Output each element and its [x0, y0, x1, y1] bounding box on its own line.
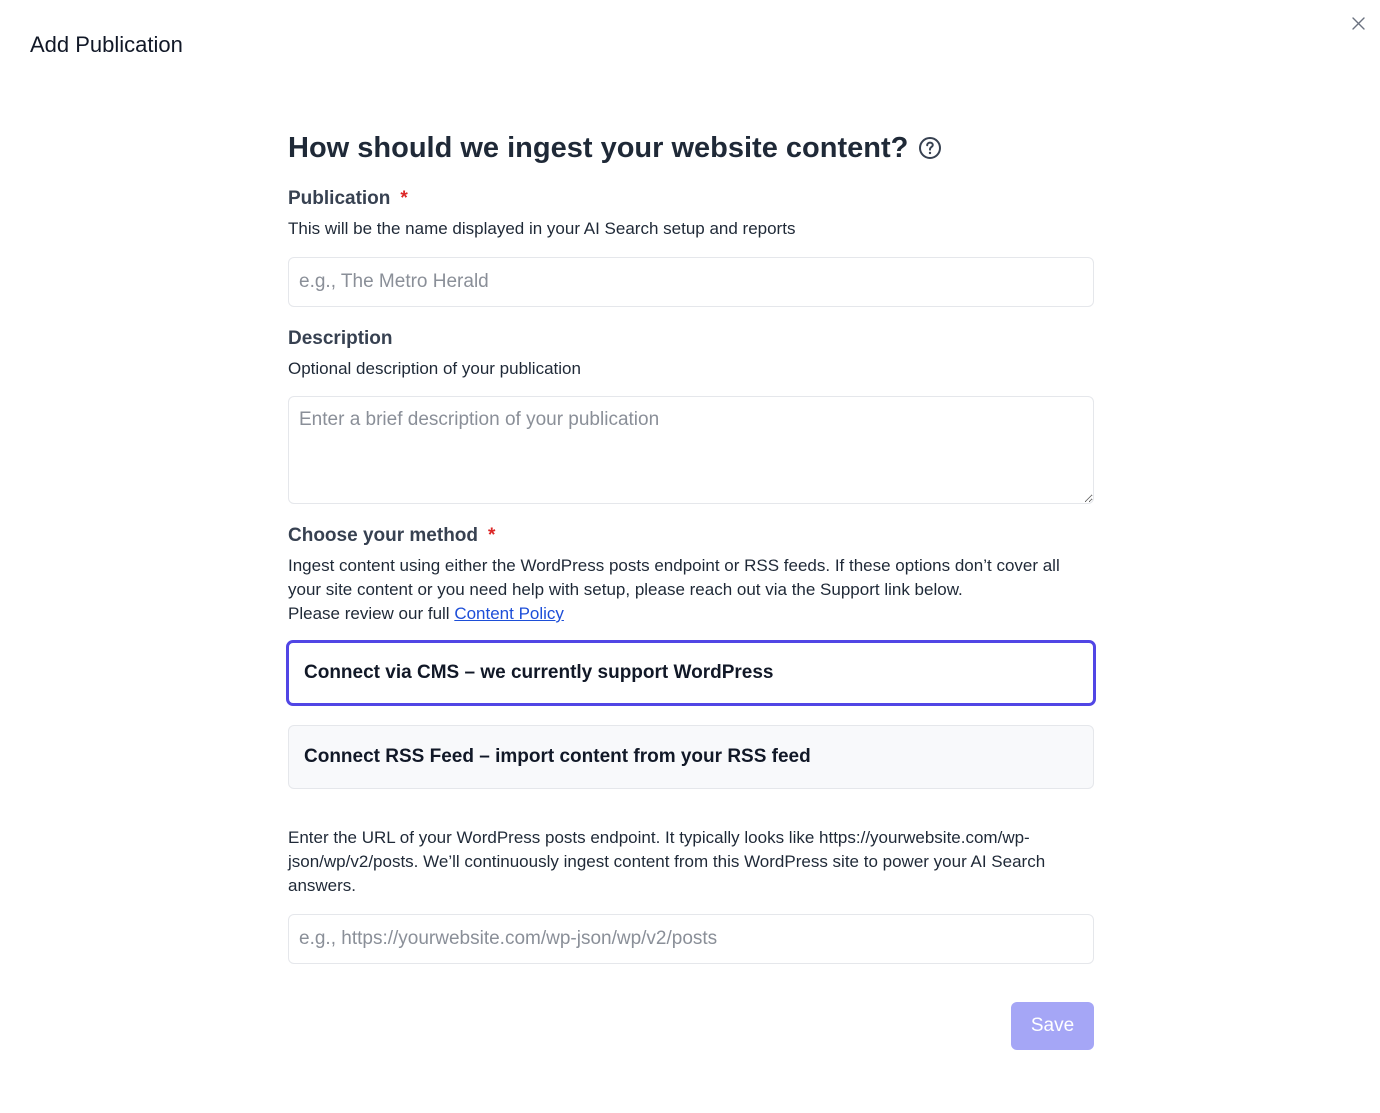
form-heading-text: How should we ingest your website conten… — [288, 132, 909, 164]
publication-label: Publication * — [288, 187, 1094, 211]
required-marker: * — [400, 188, 408, 209]
description-hint: Optional description of your publication — [288, 359, 581, 378]
form-heading: How should we ingest your website conten… — [288, 128, 1094, 168]
endpoint-hint: Enter the URL of your WordPress posts en… — [288, 828, 1046, 895]
add-publication-dialog: Add Publication How should we ingest you… — [0, 0, 1380, 1113]
method-hint: Ingest content using either the WordPres… — [288, 554, 1094, 626]
publication-form: How should we ingest your website conten… — [286, 128, 1096, 964]
close-button[interactable] — [1348, 13, 1368, 33]
publication-input[interactable] — [288, 257, 1094, 307]
method-label-text: Choose your method — [288, 525, 479, 546]
endpoint-url-input[interactable] — [288, 914, 1094, 964]
publication-field: Publication * This will be the name displ… — [288, 187, 1094, 307]
help-circle-icon[interactable] — [918, 136, 942, 160]
description-field: Description Optional description of your… — [288, 327, 1094, 504]
description-textarea[interactable] — [288, 396, 1094, 504]
option-connect-cms[interactable]: Connect via CMS – we currently support W… — [286, 640, 1096, 706]
dialog-title: Add Publication — [30, 32, 183, 57]
option-connect-rss-label: Connect RSS Feed – import content from y… — [304, 746, 811, 767]
option-connect-rss[interactable]: Connect RSS Feed – import content from y… — [288, 725, 1094, 789]
description-label: Description — [288, 328, 393, 349]
save-button[interactable]: Save — [1011, 1002, 1094, 1050]
option-connect-cms-label: Connect via CMS – we currently support W… — [304, 662, 774, 683]
endpoint-field: Enter the URL of your WordPress posts en… — [288, 826, 1094, 964]
publication-hint: This will be the name displayed in your … — [288, 219, 796, 238]
method-label: Choose your method * — [288, 524, 1094, 548]
close-icon — [1351, 16, 1365, 30]
method-field: Choose your method * Ingest content using… — [286, 524, 1096, 789]
required-marker: * — [488, 525, 496, 546]
publication-label-text: Publication — [288, 188, 391, 209]
method-review-text: Please review our full — [288, 604, 450, 623]
content-policy-link[interactable]: Content Policy — [454, 604, 564, 623]
method-hint-text: Ingest content using either the WordPres… — [288, 556, 1060, 599]
